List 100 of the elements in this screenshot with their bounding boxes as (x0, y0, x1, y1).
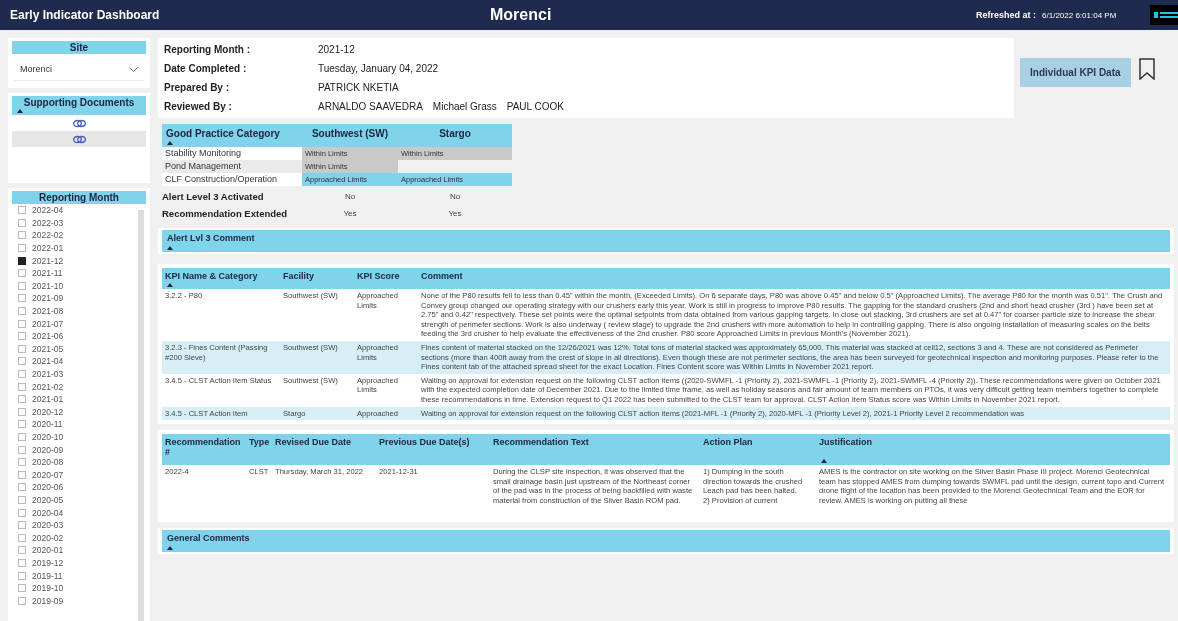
month-label[interactable]: 2022-04 (32, 205, 64, 216)
month-label[interactable]: 2021-07 (32, 318, 64, 329)
month-label[interactable]: 2021-02 (32, 381, 64, 392)
checkbox[interactable] (18, 218, 26, 227)
checkbox[interactable] (18, 521, 26, 530)
month-label[interactable]: 2020-12 (32, 406, 64, 417)
panel-header: Supporting Documents (12, 96, 146, 115)
checkbox[interactable] (18, 395, 26, 404)
month-label[interactable]: 2019-09 (32, 595, 64, 606)
column-header[interactable]: Action Plan (700, 434, 816, 466)
month-label[interactable]: 2019-12 (32, 557, 64, 568)
sort-icon[interactable] (17, 109, 23, 113)
month-label[interactable]: 2021-05 (32, 343, 64, 354)
checkbox[interactable] (18, 206, 26, 215)
month-label[interactable]: 2022-01 (32, 243, 64, 254)
app-title: Early Indicator Dashboard (10, 8, 161, 22)
month-label[interactable]: 2020-07 (32, 469, 64, 480)
month-label[interactable]: 2022-02 (32, 230, 64, 241)
checkbox[interactable] (18, 470, 26, 479)
month-label[interactable]: 2021-03 (32, 369, 64, 379)
refreshed-label: Refreshed at : (976, 10, 1037, 20)
month-label[interactable]: 2020-06 (32, 482, 64, 493)
checkbox[interactable] (18, 571, 26, 580)
month-label[interactable]: 2020-10 (32, 432, 64, 442)
month-label[interactable]: 2022-03 (32, 217, 64, 228)
column-header[interactable]: Stargo (398, 124, 512, 147)
checkbox[interactable] (18, 344, 26, 353)
checkbox[interactable] (18, 558, 26, 567)
column-header[interactable]: Facility (280, 268, 354, 289)
scrollbar[interactable] (138, 210, 144, 621)
column-header[interactable]: Revised Due Date (272, 434, 376, 466)
checkbox[interactable] (18, 596, 26, 605)
column-header[interactable]: KPI Name & Category (162, 268, 280, 289)
checkbox[interactable] (18, 508, 26, 517)
column-header[interactable]: Previous Due Date(s) (376, 434, 490, 466)
month-label[interactable]: 2021-08 (32, 306, 64, 317)
checkbox[interactable] (18, 256, 26, 265)
sort-icon[interactable] (167, 246, 173, 250)
checkbox[interactable] (18, 407, 26, 416)
checkbox[interactable] (18, 445, 26, 454)
bookmark-icon[interactable] (1138, 58, 1155, 80)
month-label[interactable]: 2021-09 (32, 293, 64, 304)
document-row[interactable] (12, 131, 146, 147)
checkbox[interactable] (18, 269, 26, 278)
checkbox[interactable] (18, 357, 26, 366)
sort-icon[interactable] (167, 141, 173, 145)
column-header[interactable]: Type (246, 434, 272, 466)
column-header[interactable]: KPI Score (354, 268, 418, 289)
checkbox[interactable] (18, 546, 26, 555)
section-header: General Comments (162, 530, 1170, 553)
month-label[interactable]: 2020-04 (32, 507, 64, 518)
month-label[interactable]: 2020-03 (32, 520, 64, 531)
checkbox[interactable] (18, 231, 26, 240)
month-label[interactable]: 2021-12 (32, 255, 64, 266)
checkbox[interactable] (18, 584, 26, 593)
column-header[interactable]: Comment (418, 268, 1170, 289)
link-icon[interactable] (72, 134, 86, 144)
month-label[interactable]: 2020-09 (32, 444, 64, 455)
checkbox[interactable] (18, 533, 26, 542)
month-label[interactable]: 2019-11 (32, 570, 63, 581)
checkbox[interactable] (18, 244, 26, 253)
month-label[interactable]: 2020-02 (32, 532, 64, 543)
column-header[interactable]: Southwest (SW) (302, 124, 398, 147)
month-label[interactable]: 2020-05 (32, 494, 64, 505)
column-header[interactable]: Recommendation # (162, 434, 246, 466)
column-header[interactable]: Good Practice Category (162, 124, 302, 147)
category-cell: Pond Management (162, 160, 302, 173)
panel-header: Reporting Month (12, 191, 146, 204)
checkbox[interactable] (18, 319, 26, 328)
category-cell: CLF Construction/Operation (162, 173, 302, 186)
checkbox[interactable] (18, 420, 26, 429)
month-label[interactable]: 2021-10 (32, 280, 64, 291)
checkbox[interactable] (18, 281, 26, 290)
checkbox[interactable] (18, 294, 26, 303)
checkbox[interactable] (18, 382, 26, 391)
month-label[interactable]: 2020-01 (32, 545, 64, 556)
month-label[interactable]: 2021-01 (32, 394, 64, 405)
checkbox[interactable] (18, 483, 26, 492)
checkbox[interactable] (18, 458, 26, 467)
month-label[interactable]: 2020-08 (32, 457, 64, 468)
checkbox[interactable] (18, 433, 26, 441)
link-icon[interactable] (72, 118, 86, 128)
checkbox[interactable] (18, 332, 26, 341)
site-dropdown[interactable]: Morenci (14, 58, 144, 81)
individual-kpi-button[interactable]: Individual KPI Data (1020, 58, 1131, 87)
sort-icon[interactable] (167, 283, 173, 287)
checkbox[interactable] (18, 495, 26, 504)
field-value: Tuesday, January 04, 2022 (318, 63, 439, 74)
month-label[interactable]: 2021-11 (32, 268, 63, 279)
month-label[interactable]: 2021-06 (32, 331, 64, 342)
month-label[interactable]: 2021-04 (32, 356, 64, 367)
month-label[interactable]: 2019-10 (32, 583, 64, 594)
checkbox[interactable] (18, 307, 26, 316)
sort-icon[interactable] (167, 546, 173, 551)
column-header[interactable]: Recommendation Text (490, 434, 700, 466)
column-header[interactable]: Justification (816, 434, 1170, 466)
chevron-icon (129, 66, 138, 72)
field-value: Michael Grass (432, 101, 497, 112)
checkbox[interactable] (18, 370, 26, 378)
month-label[interactable]: 2020-11 (32, 419, 63, 430)
